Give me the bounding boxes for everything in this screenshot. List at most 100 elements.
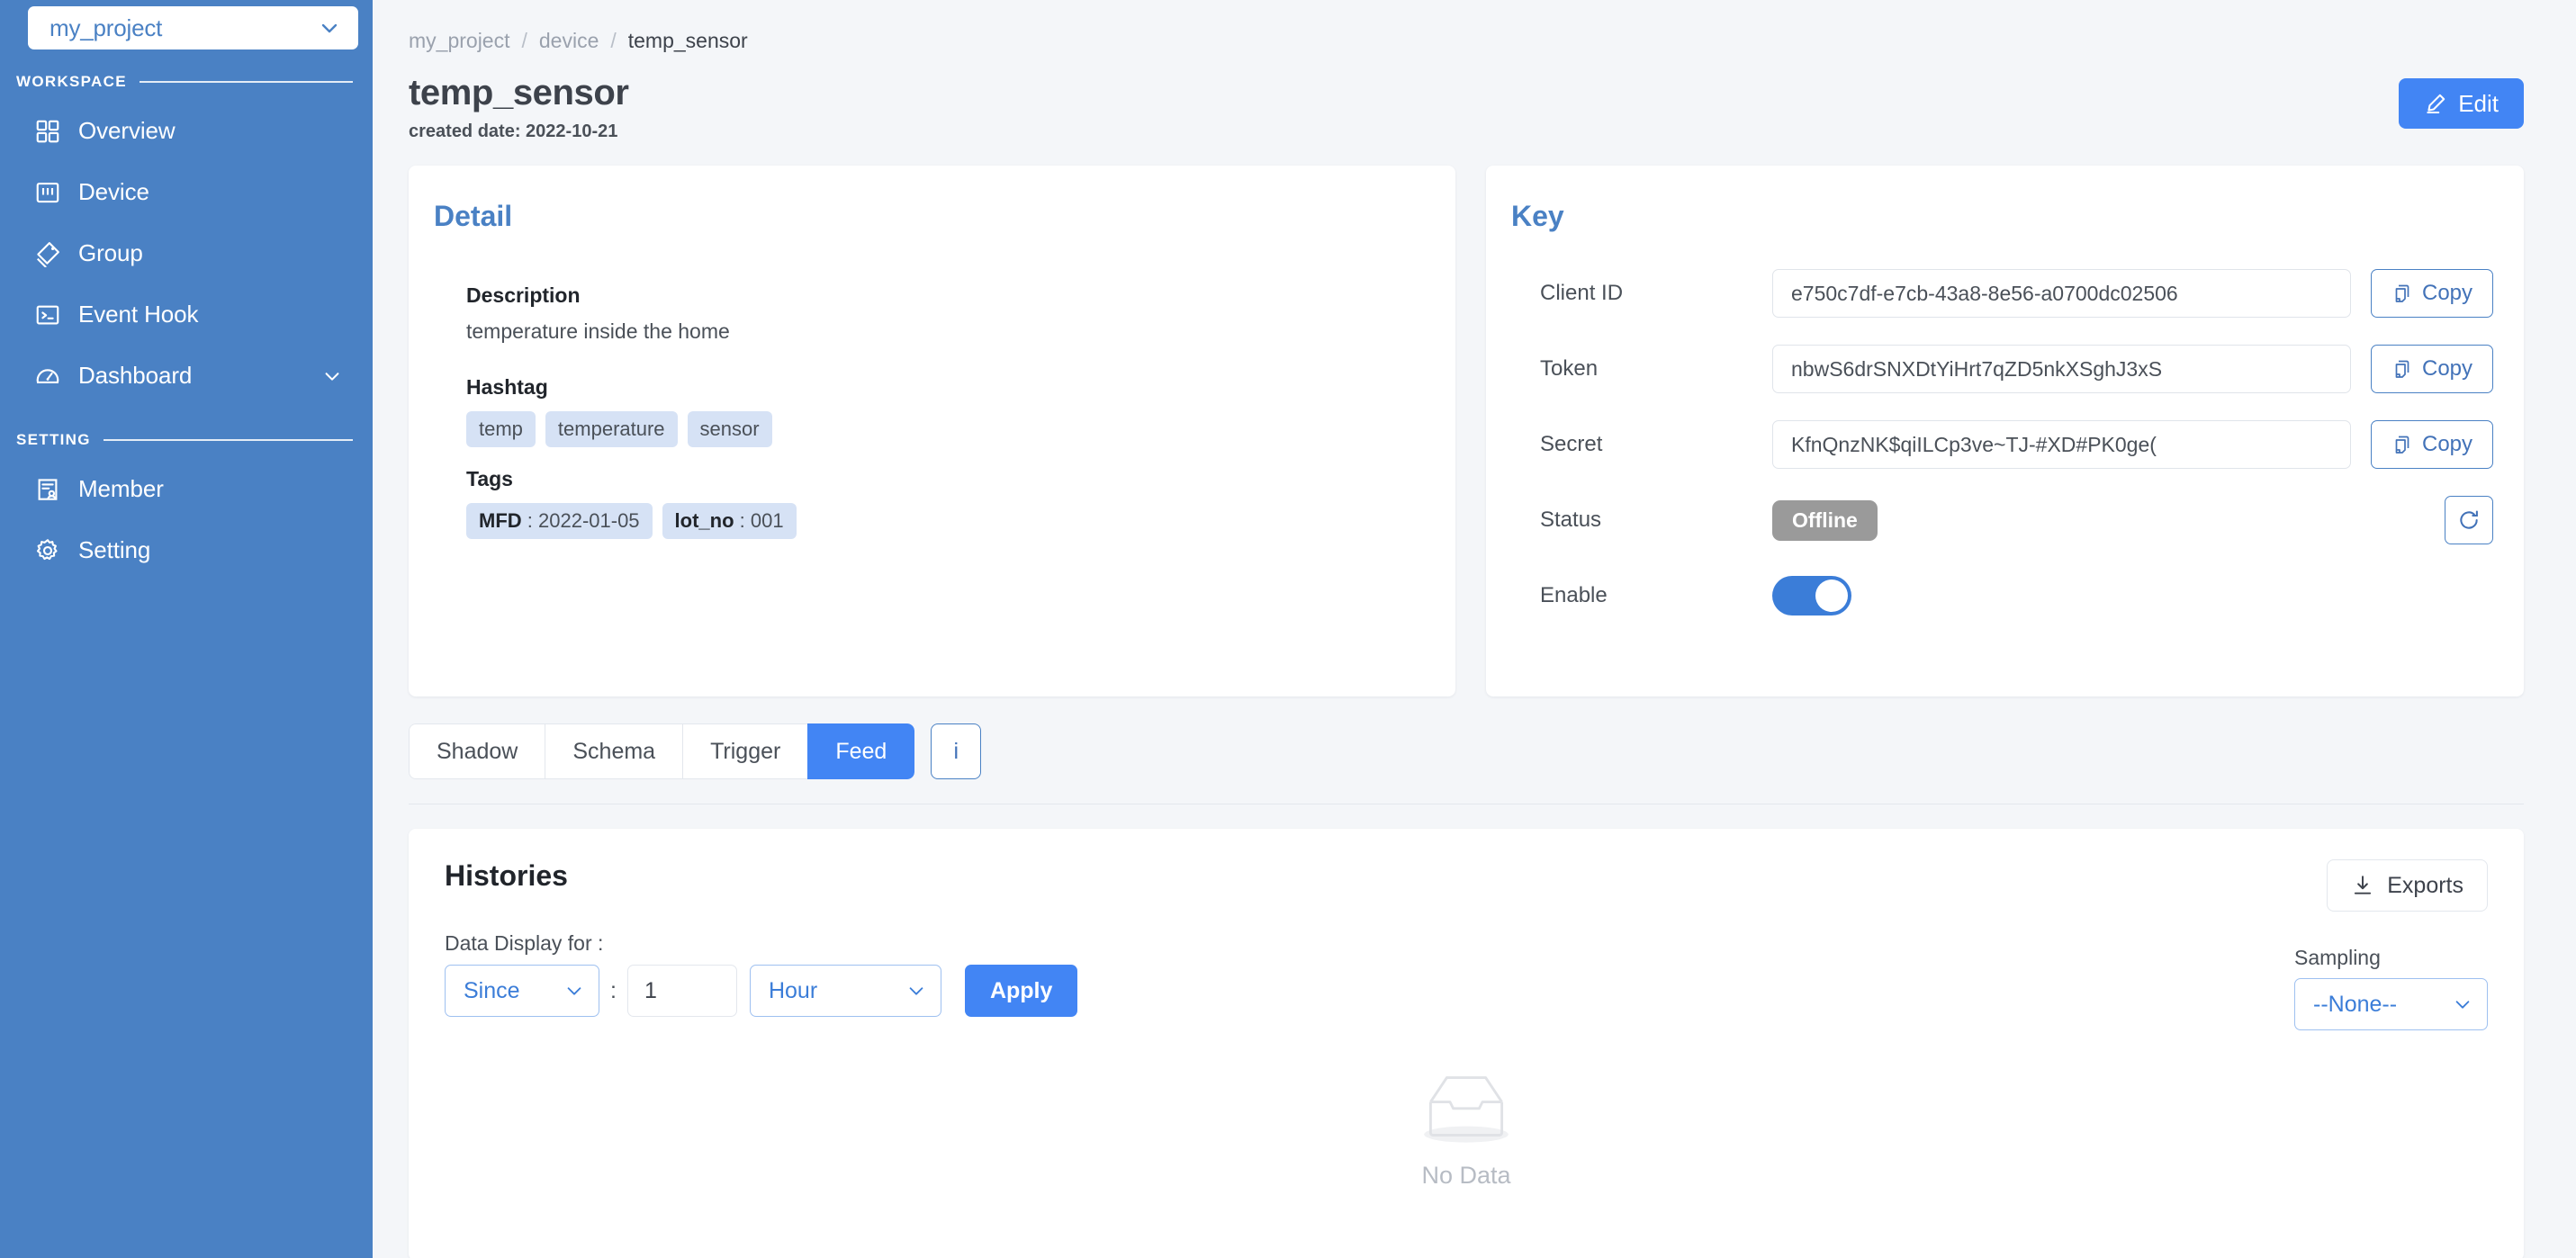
secret-label: Secret: [1540, 432, 1603, 456]
page-title: temp_sensor: [409, 73, 629, 112]
copy-label: Copy: [2421, 281, 2473, 305]
key-row-status: Status Offline: [1511, 496, 2493, 544]
copy-client-id-button[interactable]: Copy: [2371, 269, 2493, 318]
key-body: Client ID Copy Token: [1511, 233, 2493, 616]
sidebar-section-setting: SETTING: [16, 431, 353, 449]
terminal-icon: [34, 301, 61, 328]
breadcrumb-item-project[interactable]: my_project: [409, 29, 509, 53]
breadcrumb-item-device[interactable]: device: [539, 29, 599, 53]
detail-card: Detail Description temperature inside th…: [409, 166, 1455, 696]
edit-button[interactable]: Edit: [2399, 78, 2524, 129]
tag-value: 001: [750, 509, 784, 532]
copy-label: Copy: [2421, 356, 2473, 381]
data-display-label: Data Display for :: [445, 931, 604, 955]
tags-block: Tags MFD : 2022-01-05 lot_no : 001: [466, 467, 1455, 539]
secret-input[interactable]: [1772, 420, 2351, 469]
chevron-down-icon: [906, 981, 926, 1001]
sidebar-item-event-hook[interactable]: Event Hook: [0, 293, 373, 336]
sidebar-item-setting[interactable]: Setting: [0, 529, 373, 571]
created-date: created date: 2022-10-21: [409, 121, 618, 141]
copy-secret-button[interactable]: Copy: [2371, 420, 2493, 469]
sidebar-item-label: Dashboard: [78, 362, 193, 389]
info-button[interactable]: i: [931, 723, 982, 779]
status-badge: Offline: [1772, 499, 1878, 541]
sidebar-item-group[interactable]: Group: [0, 232, 373, 274]
member-icon: [34, 476, 61, 503]
unit-select-value: Hour: [768, 977, 818, 1003]
page-header: temp_sensor created date: 2022-10-21 Edi…: [373, 53, 2576, 142]
breadcrumb: my_project / device / temp_sensor: [373, 0, 2576, 53]
sidebar: my_project WORKSPACE Overview Device Gro…: [0, 0, 373, 1258]
section-label: WORKSPACE: [16, 73, 127, 90]
tag-chips: MFD : 2022-01-05 lot_no : 001: [466, 503, 1455, 539]
tag-key: lot_no: [674, 509, 734, 532]
client-id-input[interactable]: [1772, 269, 2351, 318]
copy-label: Copy: [2421, 432, 2473, 456]
refresh-icon: [2457, 508, 2481, 532]
enable-toggle[interactable]: [1772, 576, 1851, 616]
download-icon: [2351, 874, 2374, 897]
sidebar-item-dashboard[interactable]: Dashboard: [0, 355, 373, 397]
mode-select-value: Since: [464, 977, 520, 1003]
sampling-control: Sampling --None--: [2294, 946, 2488, 1030]
toggle-knob: [1815, 580, 1848, 612]
unit-select[interactable]: Hour: [749, 965, 941, 1017]
detail-body: Description temperature inside the home …: [434, 233, 1455, 539]
enable-label: Enable: [1540, 583, 1608, 607]
pencil-icon: [2424, 92, 2447, 115]
sidebar-item-label: Event Hook: [78, 301, 199, 328]
copy-token-button[interactable]: Copy: [2371, 345, 2493, 393]
tab-shadow[interactable]: Shadow: [409, 723, 545, 779]
histories-heading: Histories: [445, 859, 568, 892]
refresh-status-button[interactable]: [2445, 496, 2493, 544]
token-input[interactable]: [1772, 345, 2351, 393]
key-row-token: Token Copy: [1511, 345, 2493, 393]
tag-value: 2022-01-05: [538, 509, 640, 532]
gauge-icon: [34, 363, 61, 390]
app-root: my_project WORKSPACE Overview Device Gro…: [0, 0, 2576, 1258]
hashtag-chips: temp temperature sensor: [466, 411, 1455, 447]
detail-heading: Detail: [434, 200, 513, 232]
project-selector[interactable]: my_project: [28, 6, 358, 49]
sidebar-item-label: Device: [78, 178, 149, 205]
description-value: temperature inside the home: [466, 319, 730, 343]
tab-trigger[interactable]: Trigger: [682, 723, 808, 779]
apply-button[interactable]: Apply: [964, 965, 1078, 1017]
histories-panel: Histories Exports Data Display for : Sin…: [409, 829, 2524, 1258]
key-card: Key Client ID Copy Token: [1486, 166, 2524, 696]
copy-icon: [2391, 358, 2413, 380]
breadcrumb-separator: /: [610, 29, 617, 52]
mode-select[interactable]: Since: [445, 965, 599, 1017]
key-row-client-id: Client ID Copy: [1511, 269, 2493, 318]
key-row-secret: Secret Copy: [1511, 420, 2493, 469]
edit-button-label: Edit: [2458, 89, 2499, 117]
data-display-controls: Since : Hour Apply: [434, 965, 2488, 1017]
chevron-down-icon: [564, 981, 584, 1001]
tag-chip: MFD : 2022-01-05: [466, 503, 653, 539]
amount-input[interactable]: [626, 965, 737, 1017]
empty-state: No Data: [409, 1066, 2524, 1190]
exports-button[interactable]: Exports: [2327, 859, 2488, 912]
token-label: Token: [1540, 356, 1599, 381]
sidebar-item-overview[interactable]: Overview: [0, 110, 373, 152]
sidebar-section-workspace: WORKSPACE: [16, 73, 353, 91]
description-label: Description: [466, 283, 581, 307]
breadcrumb-separator: /: [521, 29, 527, 52]
client-id-label: Client ID: [1540, 281, 1624, 305]
main-content: my_project / device / temp_sensor temp_s…: [373, 0, 2576, 1258]
hashtag-block: Hashtag temp temperature sensor: [466, 375, 1455, 447]
sidebar-item-member[interactable]: Member: [0, 468, 373, 510]
sidebar-item-label: Overview: [78, 117, 176, 144]
project-name: my_project: [50, 13, 163, 41]
tab-schema[interactable]: Schema: [545, 723, 683, 779]
chevron-down-icon: [2453, 994, 2472, 1014]
sampling-select[interactable]: --None--: [2294, 978, 2488, 1030]
tag-icon: [34, 240, 61, 267]
chevron-down-icon[interactable]: [322, 366, 342, 386]
sidebar-item-label: Group: [78, 239, 143, 266]
sidebar-item-label: Member: [78, 475, 164, 502]
colon-separator: :: [610, 977, 617, 1003]
empty-box-icon: [1410, 1066, 1522, 1147]
tab-feed[interactable]: Feed: [807, 723, 915, 779]
sidebar-item-device[interactable]: Device: [0, 171, 373, 213]
